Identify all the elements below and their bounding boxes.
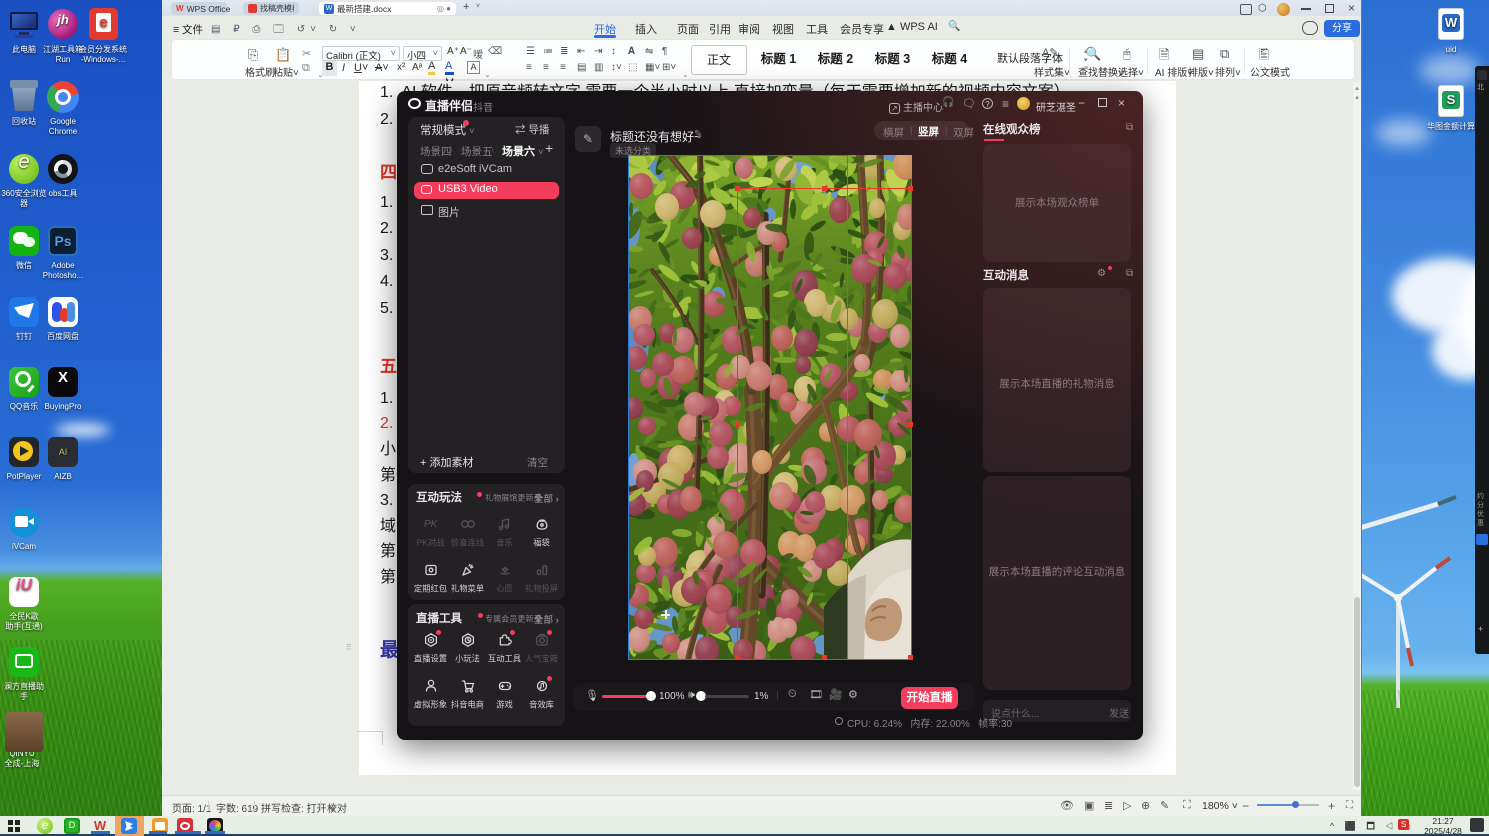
svg-text:PK: PK xyxy=(424,519,439,530)
